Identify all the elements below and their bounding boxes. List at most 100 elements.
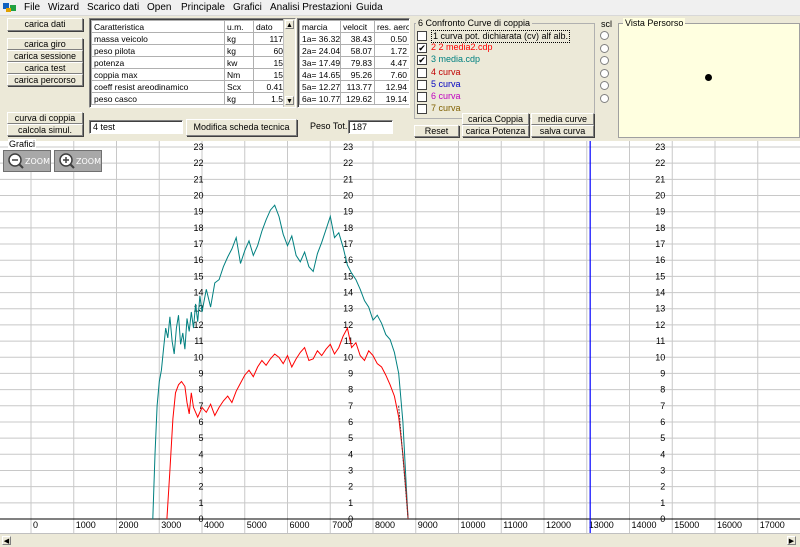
y-tick-label: 2 — [660, 482, 665, 492]
curve-checkbox[interactable] — [417, 31, 427, 41]
y-tick-label: 20 — [343, 191, 353, 201]
scl-radio[interactable] — [600, 94, 609, 103]
curve-label[interactable]: 7 curva — [431, 103, 461, 114]
carica-giro-button[interactable]: carica giro — [7, 38, 83, 50]
curve-label[interactable]: 4 curva — [431, 67, 461, 78]
carica-percorso-button[interactable]: carica percorso — [7, 74, 83, 86]
specs-scrollbar[interactable]: ▲ ▼ — [283, 19, 295, 107]
y-tick-label: 15 — [655, 271, 665, 281]
zoom-out-icon: ZOOM — [8, 153, 50, 169]
table-row[interactable]: 1a= 36.32 38.43 0.50 — [299, 32, 409, 45]
scroll-right-icon[interactable]: ▶ — [787, 536, 796, 545]
menu-file[interactable]: File — [24, 2, 40, 14]
spec-unit: kw — [224, 56, 254, 69]
torque-chart[interactable]: 0 1000 2000 3000 4000 5000 6000 7 0 0 0 8000 9000 100… — [0, 141, 800, 533]
y-tick-label: 0 — [348, 514, 353, 524]
peso-tot-field[interactable]: 187 — [348, 120, 393, 134]
zoom-in-button[interactable]: ZOOM — [54, 150, 102, 172]
curve-checkbox[interactable] — [417, 92, 427, 102]
scl-radio[interactable] — [600, 69, 609, 78]
table-row[interactable]: coppia max Nm 15 — [91, 68, 286, 81]
table-row[interactable]: 6a= 10.77 129.62 19.14 — [299, 92, 409, 105]
y-tick-label: 8 — [199, 385, 204, 395]
curva-di-coppia-button[interactable]: curva di coppia — [7, 112, 83, 124]
x-tick-label: 8000 — [375, 520, 395, 530]
menu-scarico-dati[interactable]: Scarico dati — [87, 2, 139, 14]
table-row[interactable]: 3a= 17.49 79.83 4.47 — [299, 56, 409, 69]
scroll-up-icon[interactable]: ▲ — [285, 20, 294, 29]
spec-value[interactable]: 117 — [253, 32, 286, 45]
menu-principale[interactable]: Principale — [181, 2, 225, 14]
x-tick-label: 4000 — [204, 520, 224, 530]
gear-speed: 129.62 — [340, 92, 375, 105]
spec-value[interactable]: 1.5 — [253, 92, 286, 105]
media-curve-button[interactable]: media curve — [531, 113, 594, 125]
horizontal-scrollbar[interactable]: ◀ ▶ — [0, 533, 800, 547]
spec-value[interactable]: 60 — [253, 44, 286, 57]
curve-checkbox[interactable]: ✔ — [417, 43, 427, 54]
carica-coppia-button[interactable]: carica Coppia — [462, 113, 529, 125]
table-row[interactable]: coeff resist areodinamico Scx 0.41 — [91, 80, 286, 93]
gear-aero: 7.60 — [374, 68, 409, 81]
curve-checkbox[interactable] — [417, 104, 427, 115]
gear-ratio: 4a= 14.65 — [299, 68, 341, 81]
gear-header: velocit — [340, 20, 375, 33]
salva-curva-button[interactable]: salva curva — [531, 125, 594, 137]
menu-grafici[interactable]: Grafici — [233, 2, 262, 14]
peso-tot-label: Peso Tot. — [310, 121, 348, 131]
calcola-simul-button[interactable]: calcola simul. — [7, 124, 83, 136]
carica-dati-button[interactable]: carica dati — [7, 18, 83, 31]
y-tick-label: 17 — [655, 239, 665, 249]
curve-label[interactable]: 2 2 media2.cdp — [431, 42, 493, 53]
modifica-scheda-button[interactable]: Modifica scheda tecnica — [186, 119, 297, 136]
graph-panel[interactable]: 0 1000 2000 3000 4000 5000 6000 7 0 0 0 8000 9000 100… — [0, 139, 800, 533]
curve-label[interactable]: 5 curva — [431, 79, 461, 90]
y-tick-label: 9 — [660, 368, 665, 378]
carica-potenza-button[interactable]: carica Potenza — [462, 125, 529, 137]
zoom-out-button[interactable]: ZOOM — [3, 150, 51, 172]
table-row[interactable]: 4a= 14.65 95.26 7.60 — [299, 68, 409, 81]
scl-radio[interactable] — [600, 81, 609, 90]
scroll-left-icon[interactable]: ◀ — [2, 536, 11, 545]
table-row[interactable]: peso pilota kg 60 — [91, 44, 286, 57]
y-tick-label: 1 — [660, 498, 665, 508]
curve-label[interactable]: 3 media.cdp — [431, 54, 480, 65]
menu-guida[interactable]: Guida — [356, 2, 383, 14]
carica-test-button[interactable]: carica test — [7, 62, 83, 74]
curve-checkbox[interactable] — [417, 67, 427, 78]
carica-sessione-button[interactable]: carica sessione — [7, 50, 83, 62]
y-tick-label: 16 — [343, 255, 353, 265]
y-tick-label: 0 — [660, 514, 665, 524]
scl-radio[interactable] — [600, 56, 609, 65]
gear-aero: 12.94 — [374, 80, 409, 93]
confronto-title: 6 Confronto Curve di coppia — [416, 18, 533, 28]
menu-open[interactable]: Open — [147, 2, 171, 14]
spec-value[interactable]: 15 — [253, 68, 286, 81]
curve-checkbox[interactable]: ✔ — [417, 55, 427, 66]
gear-header-row: marcia velocit res. aero — [299, 20, 409, 33]
spec-value[interactable]: 0.41 — [253, 80, 286, 93]
reset-button[interactable]: Reset — [414, 125, 459, 137]
gear-ratio: 6a= 10.77 — [299, 92, 341, 105]
spec-unit: kg — [224, 32, 254, 45]
spec-name: potenza — [91, 56, 225, 69]
scl-radio[interactable] — [600, 44, 609, 53]
scl-radio[interactable] — [600, 31, 609, 40]
spec-name: coppia max — [91, 68, 225, 81]
table-row[interactable]: massa veicolo kg 117 — [91, 32, 286, 45]
test-name-field[interactable]: 4 test — [89, 120, 183, 134]
y-tick-label: 19 — [655, 207, 665, 217]
y-tick-label: 4 — [660, 449, 665, 459]
table-row[interactable]: peso casco kg 1.5 — [91, 92, 286, 105]
table-row[interactable]: 5a= 12.27 113.77 12.94 — [299, 80, 409, 93]
curve-label[interactable]: 6 curva — [431, 91, 461, 102]
menu-wizard[interactable]: Wizard — [48, 2, 79, 14]
spec-value[interactable]: 15 — [253, 56, 286, 69]
y-tick-label: 13 — [343, 304, 353, 314]
scroll-down-icon[interactable]: ▼ — [285, 96, 294, 105]
table-row[interactable]: 2a= 24.04 58.07 1.72 — [299, 44, 409, 57]
curve-checkbox[interactable] — [417, 79, 427, 90]
table-row[interactable]: potenza kw 15 — [91, 56, 286, 69]
curve-label[interactable]: 1 curva pot. dichiarata (cv) alf alb. — [431, 30, 571, 43]
menu-analisi-prestazioni[interactable]: Analisi Prestazioni — [270, 2, 352, 14]
